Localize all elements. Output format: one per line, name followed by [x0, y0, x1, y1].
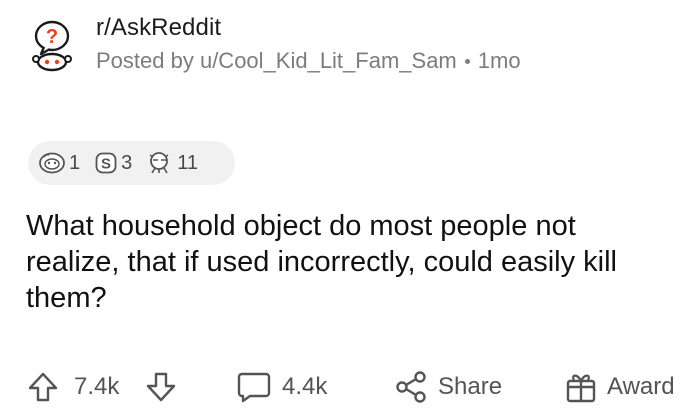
posted-by-line: Posted by u/Cool_Kid_Lit_Fam_Sam 1mo — [96, 48, 521, 74]
share-label: Share — [438, 373, 503, 400]
award-silver: S 3 — [94, 151, 132, 175]
silver-award-icon: S — [95, 152, 117, 174]
downvote-button[interactable] — [144, 362, 178, 412]
award-count-helpful: 1 — [69, 151, 81, 174]
share-icon — [396, 371, 426, 403]
award-wholesome: 11 — [146, 151, 198, 175]
subreddit-icon[interactable]: ? — [24, 16, 80, 72]
upvote-button[interactable] — [26, 362, 60, 412]
award-count-wholesome: 11 — [177, 151, 199, 174]
gift-icon — [566, 374, 596, 403]
action-bar: 7.4k 4.4k Share Award — [0, 362, 700, 412]
wholesome-award-icon — [149, 152, 169, 174]
post-title[interactable]: What household object do most people not… — [26, 208, 666, 316]
share-button[interactable]: Share — [394, 362, 502, 412]
downvote-arrow-icon — [146, 372, 176, 402]
award-count-silver: 3 — [121, 151, 133, 174]
award-button[interactable]: Award — [565, 362, 675, 412]
helpful-award-icon — [39, 152, 65, 174]
comment-count: 4.4k — [282, 373, 328, 400]
award-label: Award — [607, 373, 675, 400]
post-header: ? r/AskReddit Posted by u/Cool_Kid_Lit_F… — [24, 12, 521, 76]
post-age: 1mo — [477, 48, 521, 73]
upvote-count: 7.4k — [74, 373, 120, 400]
posted-by-author[interactable]: Posted by u/Cool_Kid_Lit_Fam_Sam — [96, 48, 457, 74]
award-helpful: 1 — [38, 151, 80, 175]
comment-bubble-icon — [237, 372, 271, 403]
subreddit-name[interactable]: r/AskReddit — [96, 14, 521, 42]
post-meta: r/AskReddit Posted by u/Cool_Kid_Lit_Fam… — [96, 14, 521, 74]
svg-text:?: ? — [46, 26, 58, 48]
svg-text:S: S — [101, 156, 111, 173]
awards-pill[interactable]: 1 S 3 11 — [28, 141, 235, 185]
upvote-arrow-icon — [28, 372, 58, 402]
separator-dot — [464, 58, 470, 64]
vote-count: 7.4k — [74, 362, 119, 412]
reddit-post: ? r/AskReddit Posted by u/Cool_Kid_Lit_F… — [0, 0, 700, 419]
comments-button[interactable]: 4.4k — [236, 362, 327, 412]
